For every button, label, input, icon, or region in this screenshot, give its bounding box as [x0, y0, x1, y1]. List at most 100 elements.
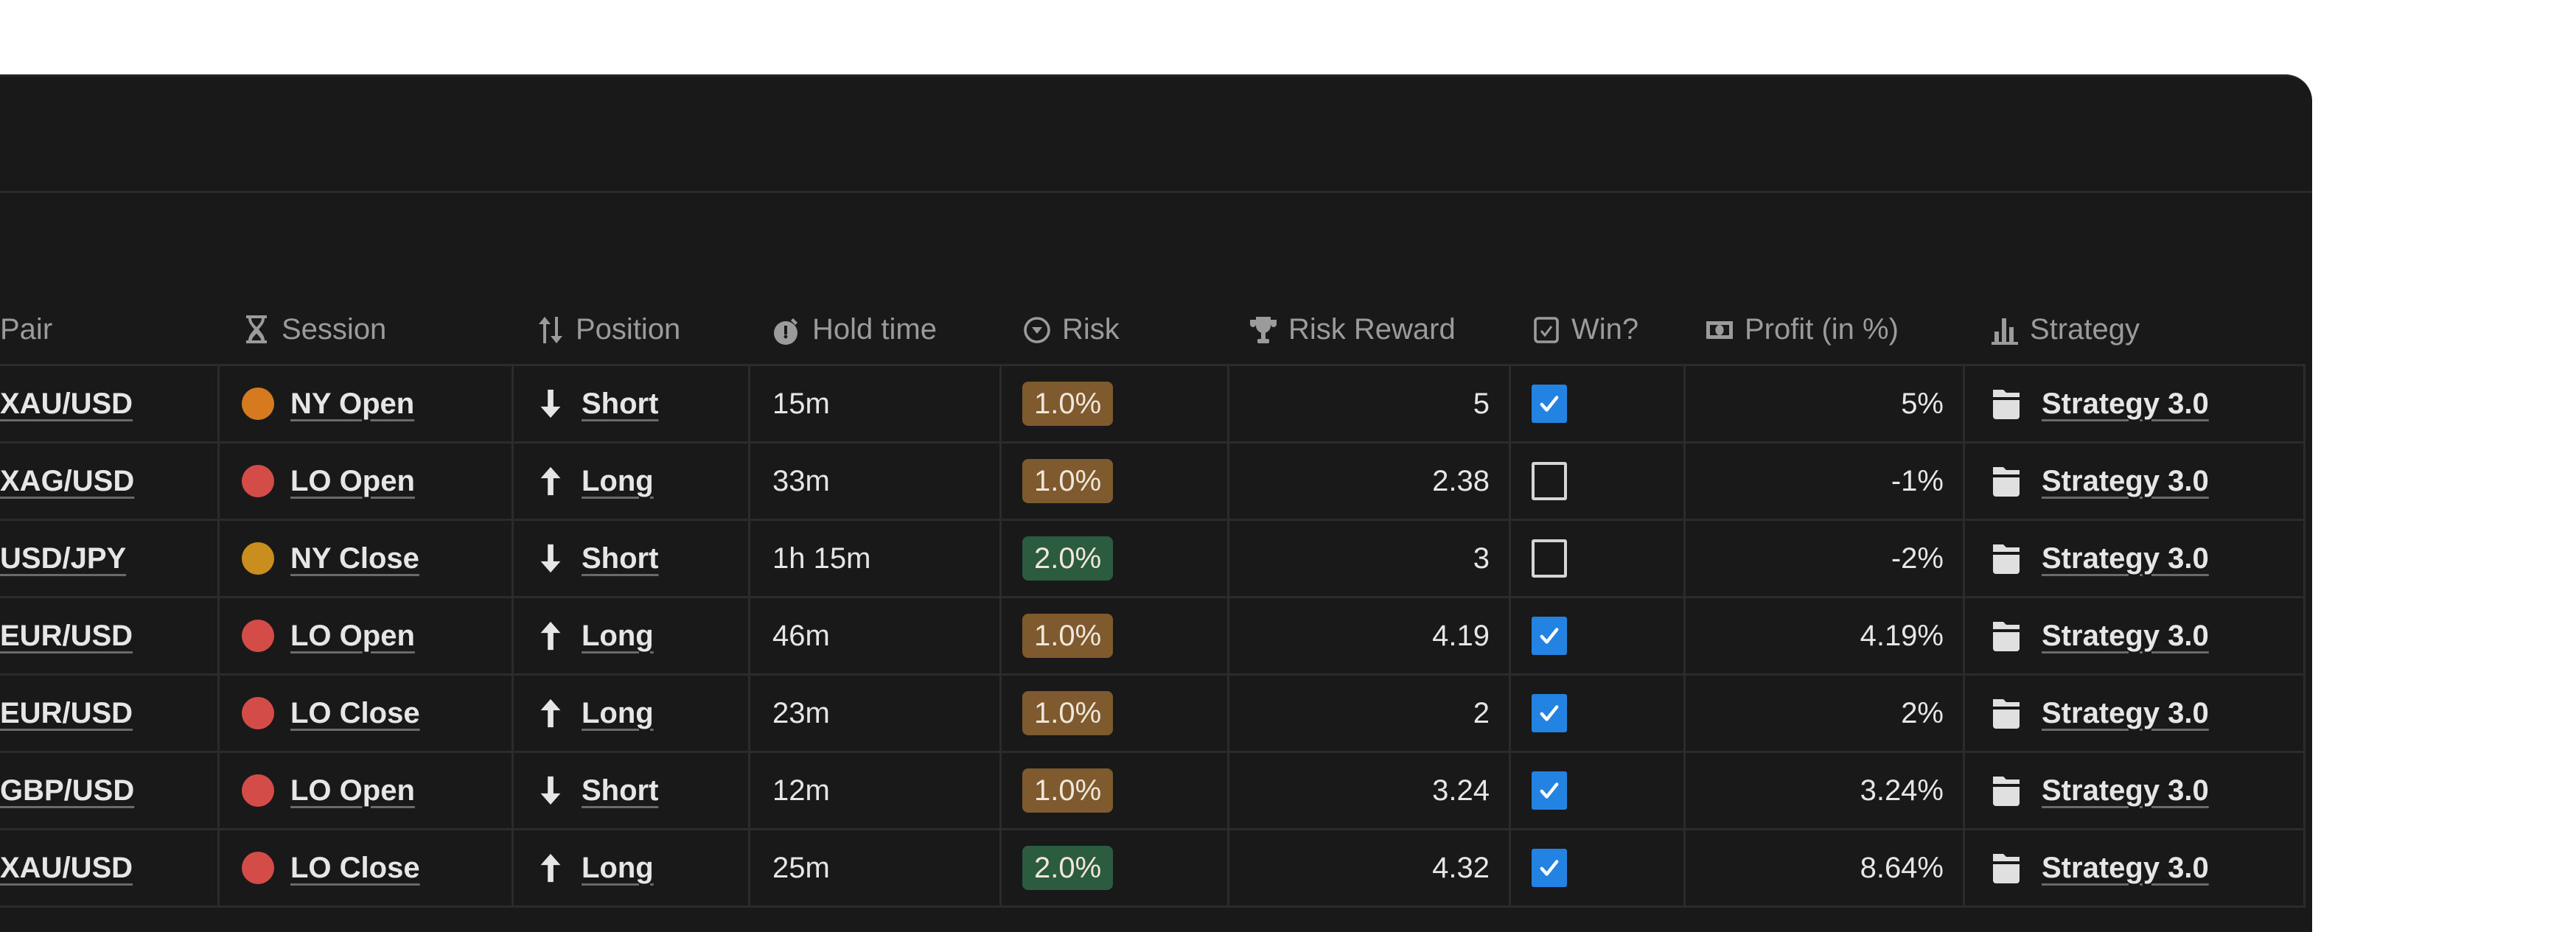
pair-link[interactable]: XAU/USD	[0, 388, 133, 421]
cell-position[interactable]: Long	[514, 598, 750, 673]
cell-position[interactable]: Long	[514, 830, 750, 905]
cell-hold-time[interactable]: 33m	[750, 444, 1002, 519]
column-header-win[interactable]: Win?	[1511, 295, 1686, 364]
position-link[interactable]: Short	[582, 542, 658, 575]
pair-link[interactable]: XAU/USD	[0, 852, 133, 885]
win-checkbox[interactable]	[1532, 462, 1567, 500]
cell-pair[interactable]: GBP/USD	[0, 753, 220, 828]
cell-pair[interactable]: EUR/USD	[0, 598, 220, 673]
cell-risk[interactable]: 1.0%	[1002, 366, 1229, 441]
cell-risk-reward[interactable]: 2.38	[1229, 444, 1511, 519]
win-checkbox[interactable]	[1532, 617, 1567, 655]
win-checkbox[interactable]	[1532, 539, 1567, 578]
cell-session[interactable]: NY Close	[220, 521, 514, 596]
column-header-profit[interactable]: Profit (in %)	[1686, 295, 1965, 364]
cell-risk[interactable]: 1.0%	[1002, 676, 1229, 751]
position-link[interactable]: Long	[582, 697, 654, 730]
win-checkbox[interactable]	[1532, 849, 1567, 887]
position-link[interactable]: Short	[582, 388, 658, 421]
column-header-session[interactable]: Session	[220, 295, 514, 364]
cell-risk-reward[interactable]: 5	[1229, 366, 1511, 441]
cell-hold-time[interactable]: 1h 15m	[750, 521, 1002, 596]
cell-profit[interactable]: 3.24%	[1686, 753, 1965, 828]
column-header-hold-time[interactable]: Hold time	[750, 295, 1002, 364]
cell-pair[interactable]: XAG/USD	[0, 444, 220, 519]
cell-pair[interactable]: USD/JPY	[0, 521, 220, 596]
cell-risk-reward[interactable]: 2	[1229, 676, 1511, 751]
cell-risk-reward[interactable]: 4.32	[1229, 830, 1511, 905]
cell-risk[interactable]: 1.0%	[1002, 444, 1229, 519]
position-link[interactable]: Long	[582, 620, 654, 653]
cell-session[interactable]: NY Open	[220, 366, 514, 441]
cell-win[interactable]	[1511, 676, 1686, 751]
column-header-risk-reward[interactable]: Risk Reward	[1229, 295, 1511, 364]
column-header-risk[interactable]: Risk	[1002, 295, 1229, 364]
cell-profit[interactable]: 5%	[1686, 366, 1965, 441]
pair-link[interactable]: XAG/USD	[0, 465, 134, 498]
cell-position[interactable]: Short	[514, 366, 750, 441]
strategy-link[interactable]: Strategy 3.0	[2042, 697, 2209, 730]
cell-strategy[interactable]: Strategy 3.0	[1965, 598, 2306, 673]
cell-risk-reward[interactable]: 4.19	[1229, 598, 1511, 673]
cell-profit[interactable]: 8.64%	[1686, 830, 1965, 905]
session-link[interactable]: NY Close	[290, 542, 419, 575]
column-header-pair[interactable]: Pair	[0, 295, 220, 364]
win-checkbox[interactable]	[1532, 771, 1567, 810]
column-header-strategy[interactable]: Strategy	[1965, 295, 2306, 364]
strategy-link[interactable]: Strategy 3.0	[2042, 465, 2209, 498]
session-link[interactable]: LO Open	[290, 465, 415, 498]
cell-pair[interactable]: EUR/USD	[0, 676, 220, 751]
cell-session[interactable]: LO Open	[220, 753, 514, 828]
position-link[interactable]: Long	[582, 465, 654, 498]
table-row[interactable]: USD/JPY NY Close Short 1h 15m 2.0% 3 -2% Strate…	[0, 521, 2306, 598]
table-row[interactable]: EUR/USD LO Open Long 46m 1.0% 4.19 4.19% Strate…	[0, 598, 2306, 676]
cell-strategy[interactable]: Strategy 3.0	[1965, 521, 2306, 596]
session-link[interactable]: LO Close	[290, 697, 420, 730]
session-link[interactable]: LO Close	[290, 852, 420, 885]
cell-risk-reward[interactable]: 3	[1229, 521, 1511, 596]
strategy-link[interactable]: Strategy 3.0	[2042, 620, 2209, 653]
cell-risk[interactable]: 2.0%	[1002, 830, 1229, 905]
session-link[interactable]: NY Open	[290, 388, 414, 421]
cell-win[interactable]	[1511, 366, 1686, 441]
cell-risk-reward[interactable]: 3.24	[1229, 753, 1511, 828]
cell-pair[interactable]: XAU/USD	[0, 830, 220, 905]
cell-strategy[interactable]: Strategy 3.0	[1965, 753, 2306, 828]
cell-win[interactable]	[1511, 830, 1686, 905]
column-header-position[interactable]: Position	[514, 295, 750, 364]
cell-profit[interactable]: -2%	[1686, 521, 1965, 596]
table-row[interactable]: EUR/USD LO Close Long 23m 1.0% 2 2% Strategy 3.…	[0, 676, 2306, 753]
table-row[interactable]: GBP/USD LO Open Short 12m 1.0% 3.24 3.24% Strat…	[0, 753, 2306, 830]
cell-pair[interactable]: XAU/USD	[0, 366, 220, 441]
table-row[interactable]: XAU/USD NY Open Short 15m 1.0% 5 5% Strategy 3.…	[0, 366, 2306, 444]
cell-hold-time[interactable]: 12m	[750, 753, 1002, 828]
cell-session[interactable]: LO Close	[220, 676, 514, 751]
strategy-link[interactable]: Strategy 3.0	[2042, 852, 2209, 885]
cell-profit[interactable]: 2%	[1686, 676, 1965, 751]
cell-risk[interactable]: 2.0%	[1002, 521, 1229, 596]
cell-win[interactable]	[1511, 521, 1686, 596]
cell-session[interactable]: LO Open	[220, 444, 514, 519]
cell-win[interactable]	[1511, 598, 1686, 673]
strategy-link[interactable]: Strategy 3.0	[2042, 542, 2209, 575]
cell-position[interactable]: Short	[514, 753, 750, 828]
pair-link[interactable]: EUR/USD	[0, 697, 133, 730]
win-checkbox[interactable]	[1532, 385, 1567, 423]
position-link[interactable]: Long	[582, 852, 654, 885]
cell-strategy[interactable]: Strategy 3.0	[1965, 444, 2306, 519]
cell-risk[interactable]: 1.0%	[1002, 753, 1229, 828]
cell-profit[interactable]: 4.19%	[1686, 598, 1965, 673]
cell-hold-time[interactable]: 23m	[750, 676, 1002, 751]
cell-risk[interactable]: 1.0%	[1002, 598, 1229, 673]
cell-strategy[interactable]: Strategy 3.0	[1965, 676, 2306, 751]
cell-win[interactable]	[1511, 444, 1686, 519]
pair-link[interactable]: GBP/USD	[0, 774, 134, 807]
cell-hold-time[interactable]: 15m	[750, 366, 1002, 441]
cell-win[interactable]	[1511, 753, 1686, 828]
cell-hold-time[interactable]: 46m	[750, 598, 1002, 673]
cell-strategy[interactable]: Strategy 3.0	[1965, 830, 2306, 905]
cell-position[interactable]: Long	[514, 444, 750, 519]
pair-link[interactable]: EUR/USD	[0, 620, 133, 653]
cell-hold-time[interactable]: 25m	[750, 830, 1002, 905]
strategy-link[interactable]: Strategy 3.0	[2042, 774, 2209, 807]
